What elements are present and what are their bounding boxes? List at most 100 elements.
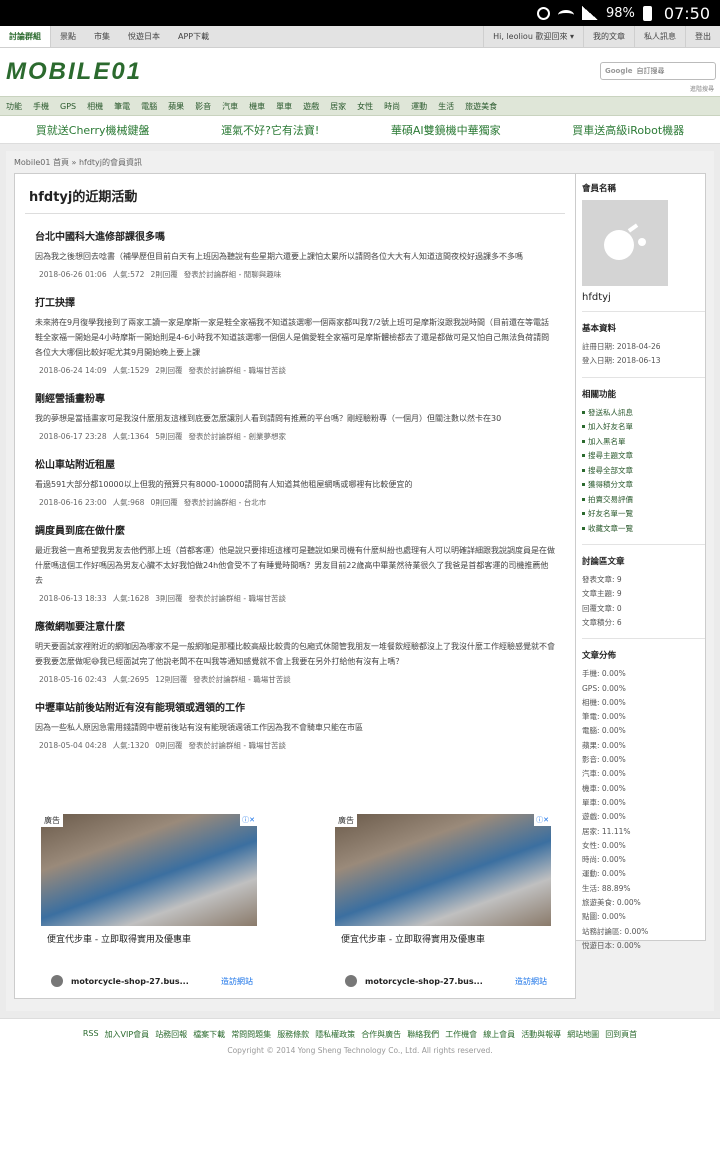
footer-link[interactable]: 合作與廣告 — [361, 1029, 401, 1040]
footer-link[interactable]: RSS — [83, 1029, 99, 1040]
footer-link[interactable]: 隱私權政策 — [315, 1029, 355, 1040]
footer-link[interactable]: 加入VIP會員 — [105, 1029, 150, 1040]
post-title[interactable]: 松山車站附近租屋 — [35, 456, 555, 471]
auction-review-link[interactable]: 拍賣交易評價 — [582, 493, 705, 508]
post-title[interactable]: 打工抉擇 — [35, 294, 555, 309]
advanced-search-link[interactable]: 進階搜尋 — [690, 84, 714, 93]
category-item[interactable]: 筆電 — [114, 101, 130, 112]
tab-japan[interactable]: 悅遊日本 — [119, 26, 169, 47]
list-item: 中壢車站前後站附近有沒有能現領或週領的工作 因為一些私人原因急需用錢請問中壢前後… — [35, 699, 555, 751]
category-item[interactable]: 生活 — [438, 101, 454, 112]
post-board[interactable]: 發表於討論群組 - 創業夢想家 — [189, 432, 286, 441]
page-title: hfdtyj的近期活動 — [25, 174, 565, 214]
site-header: MOBILE01 Google 自訂搜尋 進階搜尋 — [0, 48, 720, 96]
tab-attractions[interactable]: 景點 — [51, 26, 85, 47]
post-replies: 5則回覆 — [155, 432, 183, 441]
site-footer: RSS 加入VIP會員 站務回報 檔案下載 常問問題集 服務條款 隱私權政策 合… — [0, 1018, 720, 1152]
promo-link[interactable]: 買就送Cherry機械鍵盤 — [36, 122, 150, 138]
my-articles-link[interactable]: 我的文章 — [583, 26, 634, 47]
friend-list-link[interactable]: 好友名單一覽 — [582, 507, 705, 522]
search-topics-link[interactable]: 搜尋主題文章 — [582, 449, 705, 464]
category-item[interactable]: 相機 — [87, 101, 103, 112]
ad-caption[interactable]: 便宜代步車 - 立即取得實用及優惠車 — [341, 932, 551, 945]
dist-item: 相機: 0.00% — [582, 697, 626, 707]
user-menu[interactable]: Hi, leoliou 歡迎回來 ▾ — [483, 26, 583, 47]
tab-forum[interactable]: 討論群組 — [0, 26, 51, 47]
promo-link[interactable]: 買車送高級iRobot機器 — [572, 122, 684, 138]
footer-link[interactable]: 檔案下載 — [193, 1029, 225, 1040]
category-item[interactable]: 影音 — [195, 101, 211, 112]
post-title[interactable]: 台北中國科大進修部課很多嗎 — [35, 228, 555, 243]
ad-image[interactable]: 廣告 ⓘ✕ — [41, 814, 257, 926]
category-item[interactable]: 手機 — [33, 101, 49, 112]
post-board[interactable]: 發表於討論群組 - 職場甘苦談 — [193, 675, 290, 684]
footer-link[interactable]: 常問問題集 — [231, 1029, 271, 1040]
search-all-link[interactable]: 搜尋全部文章 — [582, 464, 705, 479]
send-message-link[interactable]: 發送私人訊息 — [582, 406, 705, 421]
ad-card[interactable]: 廣告 ⓘ✕ 便宜代步車 - 立即取得實用及優惠車 motorcycle-shop… — [41, 814, 257, 987]
footer-link[interactable]: 活動與報導 — [521, 1029, 561, 1040]
post-board[interactable]: 發表於討論群組 - 台北市 — [184, 498, 266, 507]
category-item[interactable]: 汽車 — [222, 101, 238, 112]
footer-link[interactable]: 線上會員 — [483, 1029, 515, 1040]
ad-site[interactable]: motorcycle-shop-27.bus... — [71, 977, 189, 986]
category-item[interactable]: 時尚 — [384, 101, 400, 112]
footer-links: RSS 加入VIP會員 站務回報 檔案下載 常問問題集 服務條款 隱私權政策 合… — [0, 1029, 720, 1040]
visit-site-link[interactable]: 造訪網站 — [515, 976, 547, 987]
category-item[interactable]: 居家 — [330, 101, 346, 112]
promo-link[interactable]: 運氣不好?它有法寶! — [221, 122, 319, 138]
ad-image[interactable]: 廣告 ⓘ✕ — [335, 814, 551, 926]
category-item[interactable]: 單車 — [276, 101, 292, 112]
battery-percent: 98% — [605, 5, 635, 21]
category-item[interactable]: 機車 — [249, 101, 265, 112]
avatar — [582, 200, 668, 286]
tab-app-download[interactable]: APP下載 — [169, 26, 218, 47]
adchoices-icon[interactable]: ⓘ✕ — [240, 814, 257, 826]
distribution-section: 文章分佈 手機: 0.00% GPS: 0.00% 相機: 0.00% 筆電: … — [582, 649, 705, 961]
category-item[interactable]: 電腦 — [141, 101, 157, 112]
tab-market[interactable]: 市集 — [85, 26, 119, 47]
scored-articles-link[interactable]: 獲得積分文章 — [582, 478, 705, 493]
post-views: 人氣:572 — [112, 270, 145, 279]
footer-link[interactable]: 回到頁首 — [605, 1029, 637, 1040]
category-item[interactable]: 女性 — [357, 101, 373, 112]
breadcrumb[interactable]: Mobile01 首頁 » hfdtyj的會員資訊 — [14, 157, 142, 168]
promo-bar: 買就送Cherry機械鍵盤 運氣不好?它有法寶! 華碩AI雙鏡機中華獨家 買車送… — [0, 116, 720, 144]
promo-link[interactable]: 華碩AI雙鏡機中華獨家 — [391, 122, 501, 138]
logout-link[interactable]: 登出 — [685, 26, 720, 47]
private-messages-link[interactable]: 私人訊息 — [634, 26, 685, 47]
post-title[interactable]: 中壢車站前後站附近有沒有能現領或週領的工作 — [35, 699, 555, 714]
category-item[interactable]: GPS — [60, 102, 76, 111]
category-item[interactable]: 運動 — [411, 101, 427, 112]
category-item[interactable]: 功能 — [6, 101, 22, 112]
category-item[interactable]: 遊戲 — [303, 101, 319, 112]
post-title[interactable]: 應徵網咖要注意什麼 — [35, 618, 555, 633]
footer-link[interactable]: 網站地圖 — [567, 1029, 599, 1040]
ad-card[interactable]: 廣告 ⓘ✕ 便宜代步車 - 立即取得實用及優惠車 motorcycle-shop… — [335, 814, 551, 987]
search-input[interactable]: Google 自訂搜尋 — [600, 62, 716, 80]
adchoices-icon[interactable]: ⓘ✕ — [534, 814, 551, 826]
post-board[interactable]: 發表於討論群組 - 職場甘苦談 — [189, 366, 286, 375]
functions-section: 相關功能 發送私人訊息 加入好友名單 加入黑名單 搜尋主題文章 搜尋全部文章 獲… — [582, 388, 705, 546]
post-board[interactable]: 發表於討論群組 - 職場甘苦談 — [189, 741, 286, 750]
footer-link[interactable]: 服務條款 — [277, 1029, 309, 1040]
post-date: 2018-05-04 04:28 — [39, 741, 107, 750]
footer-link[interactable]: 工作機會 — [445, 1029, 477, 1040]
ad-caption[interactable]: 便宜代步車 - 立即取得實用及優惠車 — [47, 932, 257, 945]
site-logo[interactable]: MOBILE01 — [6, 58, 142, 86]
ad-site[interactable]: motorcycle-shop-27.bus... — [365, 977, 483, 986]
ad-badge: 廣告 — [41, 814, 63, 827]
visit-site-link[interactable]: 造訪網站 — [221, 976, 253, 987]
footer-link[interactable]: 聯絡我們 — [407, 1029, 439, 1040]
category-item[interactable]: 蘋果 — [168, 101, 184, 112]
footer-link[interactable]: 站務回報 — [155, 1029, 187, 1040]
add-blacklist-link[interactable]: 加入黑名單 — [582, 435, 705, 450]
post-board[interactable]: 發表於討論群組 - 閒聊與趣味 — [184, 270, 281, 279]
add-friend-link[interactable]: 加入好友名單 — [582, 420, 705, 435]
post-board[interactable]: 發表於討論群組 - 職場甘苦談 — [189, 594, 286, 603]
favorites-link[interactable]: 收藏文章一覽 — [582, 522, 705, 537]
post-title[interactable]: 調度員到底在做什麼 — [35, 522, 555, 537]
post-title[interactable]: 剛經營插畫粉專 — [35, 390, 555, 405]
dist-item: 女性: 0.00% — [582, 840, 626, 850]
category-item[interactable]: 旅遊美食 — [465, 101, 497, 112]
